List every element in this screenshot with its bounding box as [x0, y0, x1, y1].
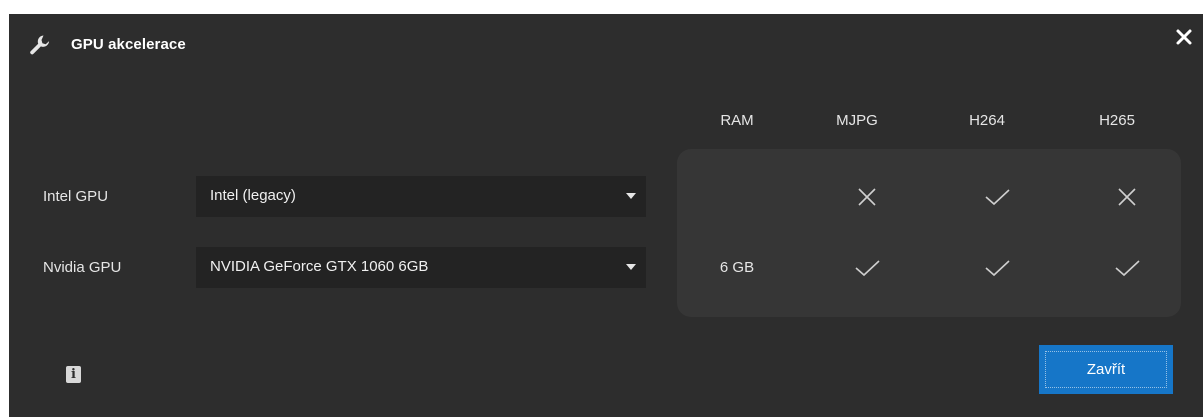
- check-icon: [827, 253, 907, 283]
- cross-icon: [1087, 182, 1167, 212]
- gpu-acceleration-dialog: GPU akcelerace RAM MJPG H264 H265 Intel …: [9, 14, 1203, 417]
- chevron-down-icon: [626, 193, 636, 199]
- close-icon[interactable]: [1173, 26, 1195, 48]
- nvidia-h264-status: [957, 253, 1037, 283]
- nvidia-gpu-select-value: NVIDIA GeForce GTX 1060 6GB: [210, 258, 429, 275]
- nvidia-gpu-select[interactable]: NVIDIA GeForce GTX 1060 6GB: [196, 247, 646, 288]
- intel-h265-status: [1087, 182, 1167, 212]
- row-label-intel: Intel GPU: [43, 188, 109, 205]
- chevron-down-icon: [626, 264, 636, 270]
- column-header-mjpg: MJPG: [836, 112, 878, 129]
- intel-h264-status: [957, 182, 1037, 212]
- column-header-ram: RAM: [720, 112, 754, 129]
- nvidia-ram-value: 6 GB: [697, 253, 777, 283]
- intel-ram-text: [697, 182, 777, 188]
- dialog-title: GPU akcelerace: [71, 36, 186, 53]
- check-icon: [957, 182, 1037, 212]
- title-bar: GPU akcelerace: [9, 14, 1203, 74]
- column-header-h264: H264: [969, 112, 1005, 129]
- nvidia-ram-text: 6 GB: [719, 259, 755, 276]
- nvidia-mjpg-status: [827, 253, 907, 283]
- intel-gpu-select-value: Intel (legacy): [210, 187, 296, 204]
- column-header-h265: H265: [1099, 112, 1135, 129]
- info-icon[interactable]: i: [66, 366, 81, 383]
- intel-ram-value: [697, 182, 777, 212]
- close-button-label: Zavřít: [1086, 361, 1126, 378]
- check-icon: [1087, 253, 1167, 283]
- row-label-nvidia: Nvidia GPU: [43, 259, 122, 276]
- intel-mjpg-status: [827, 182, 907, 212]
- intel-gpu-select[interactable]: Intel (legacy): [196, 176, 646, 217]
- close-button[interactable]: Zavřít: [1039, 345, 1173, 394]
- cross-icon: [827, 182, 907, 212]
- wrench-icon: [29, 34, 51, 56]
- nvidia-h265-status: [1087, 253, 1167, 283]
- check-icon: [957, 253, 1037, 283]
- codec-support-panel: [677, 149, 1181, 317]
